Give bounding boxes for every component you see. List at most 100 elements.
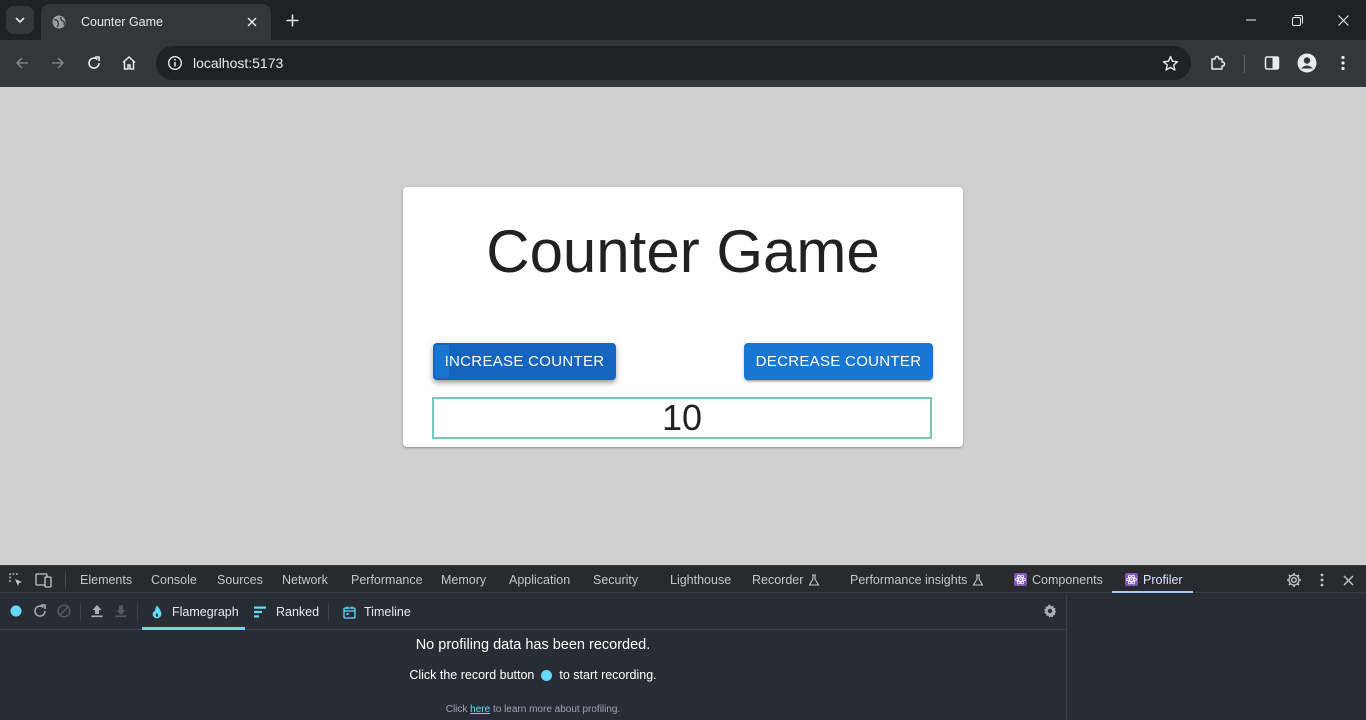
page-title: Counter Game [486,218,880,285]
react-icon [1014,573,1027,586]
increase-counter-button[interactable]: INCREASE COUNTER [433,343,616,380]
counter-card: Counter Game INCREASE COUNTER DECREASE C… [403,187,963,447]
learn-more-text: Click here to learn more about profiling… [0,704,1066,715]
decrease-counter-label: DECREASE COUNTER [755,353,922,370]
profiler-settings-icon[interactable] [1042,603,1058,619]
profiler-separator [80,603,81,621]
devtools-close-icon[interactable] [1339,571,1357,589]
tab-title: Counter Game [81,15,163,29]
devtools-tab-components[interactable]: Components [1014,566,1103,593]
side-panel-icon [1264,56,1280,70]
reload-icon [88,56,100,69]
inspect-element-icon[interactable] [7,571,25,589]
record-button-icon[interactable] [541,669,553,681]
browser-toolbar: localhost:5173 [0,40,1366,87]
plus-icon [286,14,298,26]
browser-titlebar: Counter Game [0,0,1366,40]
home-button[interactable] [114,48,144,78]
chevron-down-icon [15,17,25,24]
profiler-separator [137,603,138,621]
site-info-icon[interactable] [158,46,192,80]
devtools-separator [65,572,66,588]
devtools-tab-recorder-label: Recorder [752,572,804,587]
save-profile-icon[interactable] [113,603,129,619]
devtools-tab-network[interactable]: Network [282,566,328,593]
account-icon [1297,53,1317,73]
increase-counter-label: INCREASE COUNTER [444,353,605,370]
profiler-tab-flamegraph-label: Flamegraph [172,605,239,619]
profiler-toolbar: Flamegraph Ranked Timeline [0,594,1066,630]
globe-icon [51,14,67,30]
devtools-tab-sources[interactable]: Sources [217,566,263,593]
restore-button[interactable] [1274,0,1320,40]
learn-suffix: to learn more about profiling. [492,704,621,715]
devtools-tab-performance[interactable]: Performance [351,566,423,593]
close-window-button[interactable] [1320,0,1366,40]
profiler-tab-timeline-label: Timeline [364,605,411,619]
browser-tab[interactable]: Counter Game [41,4,271,40]
experiment-flask-icon [972,573,984,586]
devtools-tab-application[interactable]: Application [509,566,570,593]
experiment-flask-icon [808,573,820,586]
decrease-counter-button[interactable]: DECREASE COUNTER [744,343,933,380]
devtools-tab-console[interactable]: Console [151,566,197,593]
forward-button[interactable] [43,48,73,78]
devtools-tab-security[interactable]: Security [593,566,638,593]
profiler-separator [328,603,329,621]
devtools-settings-icon[interactable] [1285,571,1303,589]
puzzle-icon [1211,55,1226,70]
record-icon[interactable] [8,603,24,619]
devtools-menu-icon[interactable] [1313,571,1331,589]
side-panel-button[interactable] [1257,48,1287,78]
react-icon [1125,573,1138,586]
arrow-left-icon [15,57,28,69]
minimize-icon [1246,19,1256,21]
profiler-active-tab-indicator [142,627,245,630]
devtools-tab-components-label: Components [1032,572,1103,587]
profiler-tab-timeline[interactable]: Timeline [342,594,411,630]
hint-text-before: Click the record button [409,668,535,682]
devtools-tab-memory[interactable]: Memory [441,566,486,593]
flame-icon [150,605,164,619]
counter-value: 10 [661,397,703,438]
ranked-bars-icon [254,605,268,619]
devtools-tab-elements[interactable]: Elements [80,566,132,593]
devtools-tab-recorder[interactable]: Recorder [752,566,820,593]
browser-menu-button[interactable] [1328,48,1358,78]
profiler-tab-flamegraph[interactable]: Flamegraph [150,594,239,630]
clear-profiling-icon[interactable] [56,603,72,619]
address-bar[interactable]: localhost:5173 [156,46,1191,80]
devtools-panel: Elements Console Sources Network Perform… [0,565,1366,720]
tab-search-button[interactable] [6,6,34,34]
bookmark-star-icon[interactable] [1161,54,1179,72]
extensions-button[interactable] [1203,48,1233,78]
profiler-side-panel [1066,594,1366,720]
counter-display: 10 [432,397,932,439]
empty-state-hint: Click the record button to start recordi… [0,668,1066,682]
back-button[interactable] [7,48,37,78]
hint-text-after: to start recording. [559,668,657,682]
profiler-tab-ranked-label: Ranked [276,605,320,619]
toolbar-separator [1244,55,1245,73]
close-icon [1337,14,1349,26]
load-profile-icon[interactable] [89,603,105,619]
profiler-tab-ranked[interactable]: Ranked [254,594,319,630]
learn-more-link[interactable]: here [470,704,490,715]
learn-prefix: Click [445,704,468,715]
reload-button[interactable] [79,48,109,78]
devtools-tabbar: Elements Console Sources Network Perform… [0,565,1366,593]
empty-state-title: No profiling data has been recorded. [415,637,651,653]
devtools-tab-profiler[interactable]: Profiler [1125,566,1183,593]
kebab-menu-icon [1341,55,1345,71]
device-toolbar-icon[interactable] [35,571,53,589]
minimize-button[interactable] [1228,0,1274,40]
close-tab-icon[interactable] [243,13,261,31]
profile-button[interactable] [1292,48,1322,78]
devtools-tab-lighthouse[interactable]: Lighthouse [670,566,731,593]
page-viewport: Counter Game INCREASE COUNTER DECREASE C… [0,87,1366,565]
active-tab-indicator [1112,591,1193,593]
arrow-right-icon [52,57,65,69]
devtools-tab-performance-insights[interactable]: Performance insights [850,566,984,593]
reload-and-profile-icon[interactable] [32,603,48,619]
new-tab-button[interactable] [280,8,304,32]
